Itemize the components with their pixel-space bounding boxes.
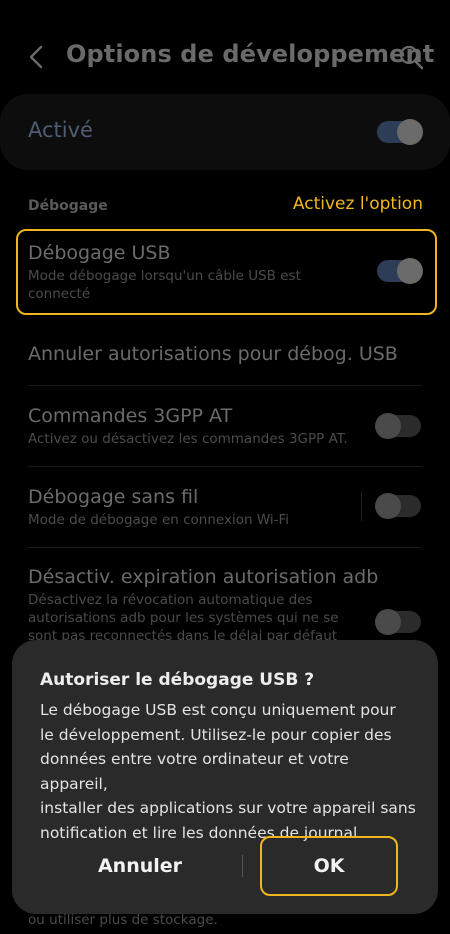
setting-title: Désactiv. expiration autorisation adb: [28, 566, 379, 588]
setting-subtitle: Désactivez la révocation automatique des…: [28, 592, 339, 644]
setting-subtitle: Mode débogage lorsqu'un câble USB est co…: [28, 268, 301, 302]
dialog-message: Le débogage USB est conçu uniquement pou…: [40, 698, 420, 845]
divider: [28, 466, 422, 467]
search-icon[interactable]: [396, 42, 426, 72]
button-separator: [242, 855, 243, 877]
section-title-debug: Débogage: [28, 198, 108, 214]
setting-disable-adb-expiration[interactable]: Désactiv. expiration autorisation adb Dé…: [28, 565, 378, 645]
master-switch-label: Activé: [28, 118, 93, 142]
master-toggle-switch[interactable]: [377, 119, 423, 145]
setting-3gpp-at-commands[interactable]: Commandes 3GPP AT Activez ou désactivez …: [28, 404, 368, 448]
setting-title: Débogage USB: [28, 242, 171, 264]
setting-subtitle: Activez ou désactivez les commandes 3GPP…: [28, 431, 348, 447]
adb-expiration-toggle[interactable]: [375, 609, 421, 635]
dialog-line: le développement. Utilisez-le pour copie…: [40, 725, 392, 744]
usb-debugging-toggle[interactable]: [377, 258, 423, 284]
setting-wireless-debugging[interactable]: Débogage sans fil Mode de débogage en co…: [28, 485, 368, 529]
divider: [28, 385, 422, 386]
divider: [28, 547, 422, 548]
setting-revoke-usb-authorizations[interactable]: Annuler autorisations pour débog. USB: [28, 342, 428, 366]
setting-usb-debugging[interactable]: Débogage USB Mode débogage lorsqu'un câb…: [28, 241, 368, 303]
usb-debugging-dialog: Autoriser le débogage USB ? Le débogage …: [12, 640, 438, 914]
setting-title: Annuler autorisations pour débog. USB: [28, 343, 398, 365]
setting-title: Commandes 3GPP AT: [28, 405, 233, 427]
setting-subtitle: Mode de débogage en connexion Wi-Fi: [28, 512, 290, 528]
master-switch-row[interactable]: Activé: [0, 94, 450, 170]
ok-button[interactable]: OK: [260, 836, 398, 896]
dialog-line: données entre votre ordinateur et votre …: [40, 750, 349, 793]
chevron-left-icon[interactable]: [22, 42, 52, 72]
3gpp-at-toggle[interactable]: [375, 413, 421, 439]
peek-text: ou utiliser plus de stockage.: [28, 912, 218, 928]
cancel-button[interactable]: Annuler: [68, 840, 212, 892]
dialog-line: installer des applications sur votre app…: [40, 799, 416, 817]
dialog-line: Le débogage USB est conçu uniquement pou…: [40, 701, 396, 719]
vertical-divider: [361, 491, 362, 521]
annotation-enable-option: Activez l'option: [292, 194, 423, 214]
wireless-debugging-toggle[interactable]: [375, 493, 421, 519]
setting-title: Débogage sans fil: [28, 486, 199, 508]
dialog-title: Autoriser le débogage USB ?: [40, 670, 315, 690]
page-title: Options de développement: [66, 40, 435, 68]
